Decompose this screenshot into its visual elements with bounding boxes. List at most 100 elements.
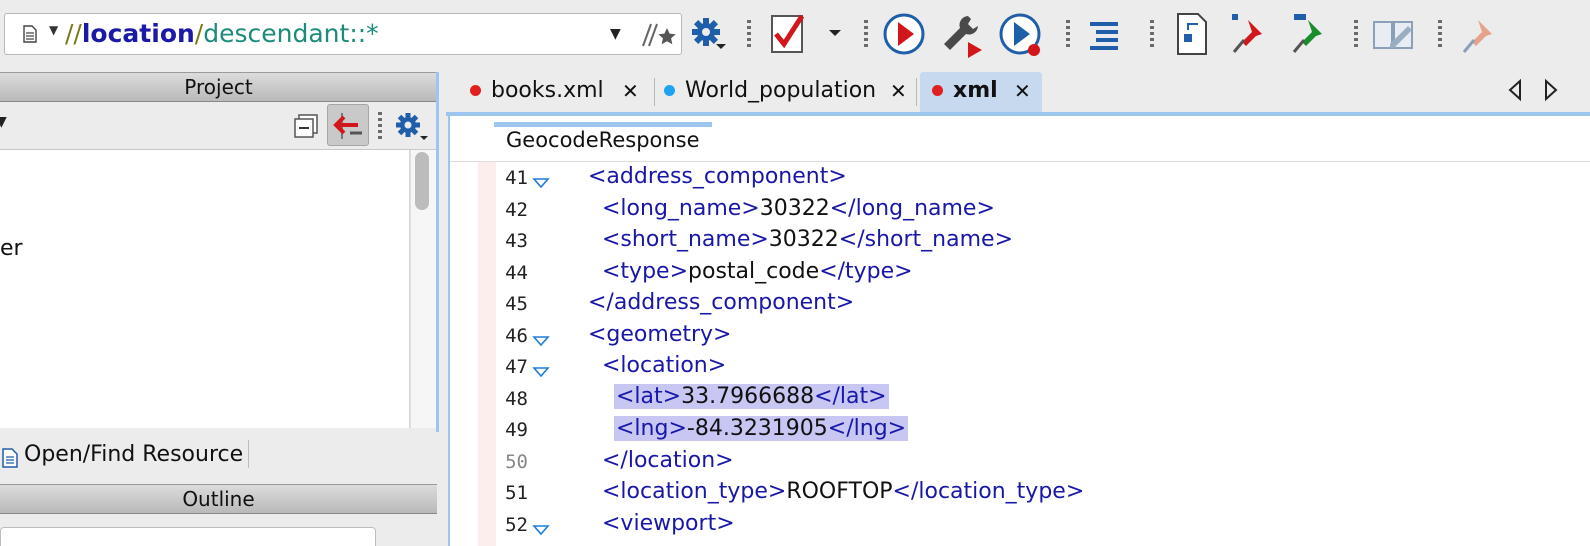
code-line[interactable]: </address_component> [588, 290, 854, 315]
line-number: 46 [505, 325, 528, 347]
line-number: 52 [505, 514, 528, 536]
fold-toggle-icon[interactable] [532, 174, 550, 189]
code-line[interactable]: <address_component> [588, 164, 847, 189]
scroll-tabs-right-icon[interactable] [1540, 78, 1562, 102]
line-number: 41 [505, 167, 528, 189]
scroll-tabs-left-icon[interactable] [1504, 78, 1526, 102]
xml-tag: <short_name> [602, 227, 769, 252]
tab-books-xml[interactable]: books.xml ✕ [470, 72, 650, 112]
code-line-selected[interactable]: <lat>33.7966688</lat> [614, 384, 889, 409]
run-transform-icon[interactable] [880, 10, 928, 58]
document-icon[interactable] [23, 25, 37, 43]
project-scrollbar-thumb[interactable] [415, 152, 429, 210]
code-line[interactable]: <short_name>30322</short_name> [602, 227, 1013, 252]
xml-value: ROOFTOP [786, 479, 893, 504]
project-settings-icon[interactable] [392, 110, 432, 144]
xml-tag: </location_type> [892, 479, 1085, 504]
code-line[interactable]: <location_type>ROOFTOP</location_type> [602, 479, 1084, 504]
fold-toggle-icon[interactable] [532, 363, 550, 378]
line-number: 45 [505, 293, 528, 315]
close-icon[interactable]: ✕ [890, 72, 907, 110]
toolbar-separator [1150, 20, 1154, 48]
toolbar-separator [1438, 20, 1442, 48]
tab-xml[interactable]: xml ✕ [920, 72, 1042, 112]
pin-red-icon[interactable] [1226, 10, 1274, 58]
xml-value: 30322 [759, 196, 830, 221]
line-number: 47 [505, 356, 528, 378]
fold-toggle-icon[interactable] [532, 332, 550, 347]
link-with-editor-icon [333, 113, 362, 139]
modified-indicator [470, 85, 481, 96]
tab-separator [654, 78, 655, 106]
pin-disabled-icon[interactable] [1456, 10, 1504, 58]
xml-tag: </short_name> [838, 227, 1014, 252]
format-indent-icon[interactable] [1082, 10, 1130, 58]
link-with-editor-button[interactable] [327, 104, 369, 146]
line-number: 51 [505, 482, 528, 504]
xml-tag: <lng> [616, 416, 687, 441]
xpath-expression[interactable]: //location/descendant::* [65, 18, 379, 50]
document-icon [2, 448, 18, 468]
collapse-all-icon[interactable] [292, 112, 320, 140]
xpath-history-dropdown-icon[interactable]: ▼ [610, 26, 621, 42]
chevron-down-icon[interactable]: ▼ [49, 23, 58, 37]
xml-tag: </address_component> [588, 290, 855, 315]
xpath-keyword: location [81, 19, 195, 48]
xpath-settings-icon[interactable] [684, 10, 732, 58]
tab-separator [916, 78, 917, 106]
favorites-icon[interactable] [637, 22, 677, 48]
xml-tag: <type> [602, 259, 689, 284]
chevron-down-icon[interactable]: ▼ [0, 114, 7, 130]
outline-filter-input[interactable] [0, 527, 376, 546]
code-line[interactable]: <location> [602, 353, 726, 378]
tab-label: World_population [685, 78, 877, 103]
line-number: 48 [505, 388, 528, 410]
xpath-separator: / [194, 19, 204, 48]
xpath-axis: descendant:: [203, 19, 367, 48]
xml-tag: <address_component> [588, 164, 847, 189]
open-find-resource-label[interactable]: Open/Find Resource [24, 442, 243, 467]
xml-tag: </location> [602, 448, 734, 473]
project-toolbar: ▼ [0, 102, 437, 150]
xml-tag: </type> [819, 259, 913, 284]
project-tree[interactable] [0, 150, 410, 428]
xml-tag: <lat> [616, 384, 682, 409]
xml-tag: <geometry> [588, 322, 732, 347]
validate-dropdown-icon[interactable] [818, 10, 866, 58]
debug-transform-icon[interactable] [996, 10, 1044, 58]
xml-tag: <viewport> [602, 511, 735, 536]
code-line[interactable]: <geometry> [588, 322, 731, 347]
validate-icon[interactable] [766, 10, 814, 58]
project-panel-title: Project [0, 72, 437, 102]
code-line[interactable]: <viewport> [602, 511, 735, 536]
code-line[interactable]: <long_name>30322</long_name> [602, 196, 995, 221]
close-icon[interactable]: ✕ [1014, 72, 1031, 110]
fold-toggle-icon[interactable] [532, 521, 550, 536]
toolbar-separator [378, 112, 382, 140]
code-line[interactable]: <type>postal_code</type> [602, 259, 913, 284]
xslt-debugger-icon[interactable] [1168, 10, 1216, 58]
line-number: 44 [505, 262, 528, 284]
breadcrumb-item[interactable]: GeocodeResponse [506, 128, 700, 152]
breadcrumb-indicator [494, 122, 712, 127]
code-line[interactable]: </location> [602, 448, 734, 473]
xpath-input[interactable]: ▼ //location/descendant::* ▼ [4, 13, 682, 55]
pin-green-icon[interactable] [1286, 10, 1334, 58]
tab-separator [248, 440, 249, 468]
xml-value: 30322 [768, 227, 839, 252]
tab-world-population[interactable]: World_population ✕ [664, 72, 914, 112]
xml-tag: </lng> [827, 416, 907, 441]
panel-divider [436, 72, 439, 432]
project-tree-item[interactable]: er [0, 236, 23, 261]
toolbar-separator [1354, 20, 1358, 48]
modified-indicator [932, 85, 943, 96]
xml-tag: <long_name> [602, 196, 760, 221]
configure-transform-icon[interactable] [938, 10, 986, 58]
modified-indicator [664, 85, 675, 96]
xml-value: 33.7966688 [681, 384, 815, 409]
toolbar-separator [1066, 20, 1070, 48]
xml-tag: <location> [602, 353, 727, 378]
close-icon[interactable]: ✕ [622, 72, 639, 110]
code-line-selected[interactable]: <lng>-84.3231905</lng> [614, 416, 909, 441]
edit-book-icon[interactable] [1370, 10, 1418, 58]
